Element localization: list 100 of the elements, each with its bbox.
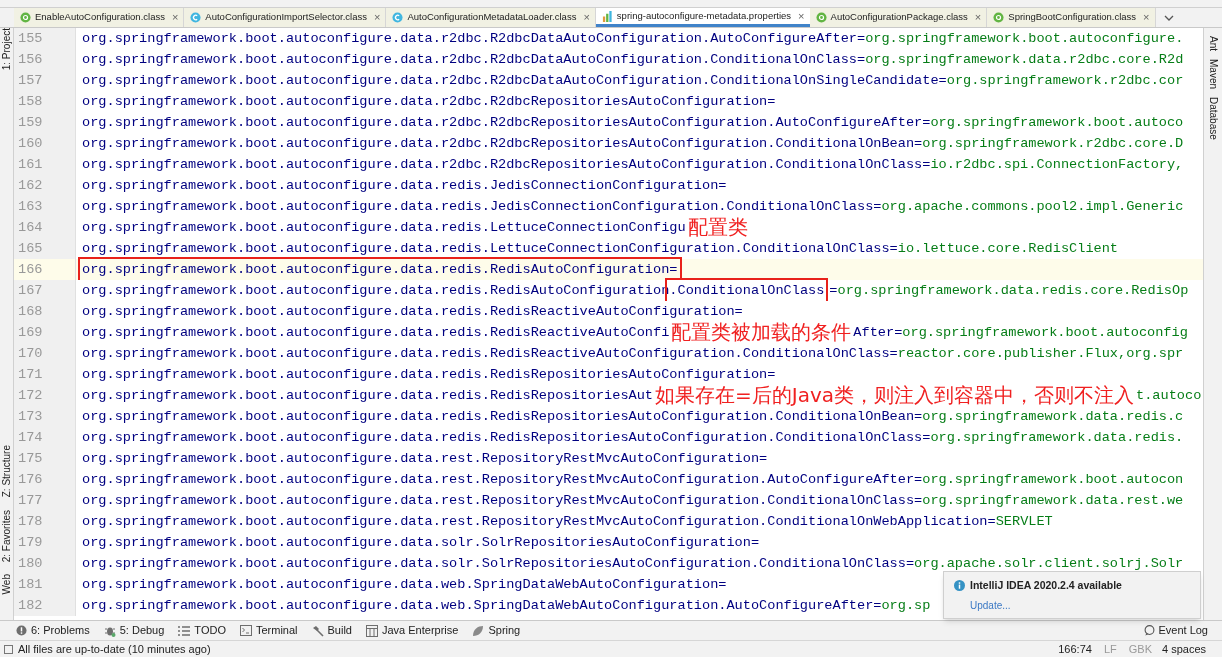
class-file-icon	[190, 12, 202, 23]
speech-bubble-icon	[1144, 625, 1156, 636]
editor-tab[interactable]: EnableAutoConfiguration.class ×	[14, 8, 185, 27]
property-key: org.springframework.boot.autoconfigure.data.redis.LettuceConnectionConfiguration.ConditionalOnClass=	[82, 238, 898, 259]
editor-tab[interactable]: AutoConfigurationImportSelector.class ×	[184, 8, 387, 27]
tool-window-tab[interactable]: Database	[1205, 97, 1221, 140]
close-icon[interactable]: ×	[171, 12, 179, 23]
info-icon	[16, 625, 27, 636]
property-key: org.springframework.boot.autoconfigure.data.redis.RedisRepositoriesAutoConfiguration.ConditionalOnClass=	[82, 427, 931, 448]
tool-window-tab[interactable]: Ant	[1205, 36, 1221, 51]
annotation-file-icon	[20, 12, 31, 23]
editor-tab[interactable]: SpringBootConfiguration.class ×	[987, 8, 1156, 27]
line-number: 163	[14, 196, 76, 217]
tool-window-tab[interactable]: Web	[0, 573, 14, 595]
property-key: org.springframework.boot.autoconfigure.data.r2dbc.R2dbcDataAutoConfiguration.ConditionalOnClass=	[82, 49, 866, 70]
tool-window-button[interactable]: Spring	[472, 622, 521, 639]
cursor-position[interactable]: 166:74	[1058, 640, 1092, 657]
annotation-file-icon	[993, 12, 1005, 23]
chevron-down-icon[interactable]	[1163, 14, 1174, 21]
property-key: org.springframework.boot.autoconfigure.data.solr.SolrRepositoriesAutoConfiguration=	[82, 532, 760, 553]
property-key: org.springframework.boot.autoconfigure.data.redis.RedisAutoConfiguration=	[82, 259, 678, 280]
property-value: org.springframework.data.redis.	[930, 429, 1184, 447]
property-value: reactor.core.publisher.Flux,org.spr	[897, 345, 1184, 363]
tool-window-button[interactable]: Java Enterprise	[366, 622, 459, 639]
editor-tab[interactable]: AutoConfigurationMetadataLoader.class ×	[386, 8, 596, 27]
line-number: 164	[14, 217, 76, 238]
line-number: 156	[14, 49, 76, 70]
annotation-note: 如果存在=后的Java类，则注入到容器中，否则不注入	[654, 385, 1136, 406]
property-key: org.springframework.boot.autoconfigure.data.r2dbc.R2dbcRepositoriesAutoConfiguration.ConditionalOnBean=	[82, 133, 923, 154]
property-key: org.springframework.boot.autoconfigure.data.rest.RepositoryRestMvcAutoConfiguration=	[82, 448, 768, 469]
property-key: org.springframework.boot.autoconfigure.data.redis.RedisRepositoriesAutoConfiguration.ConditionalOnBean=	[82, 406, 923, 427]
leaf-icon	[472, 624, 485, 637]
event-log-button[interactable]: Event Log	[1144, 622, 1208, 639]
update-link[interactable]: Update...	[970, 597, 1011, 613]
tool-window-button[interactable]: TODO	[178, 622, 226, 639]
line-number: 182	[14, 595, 76, 616]
hammer-icon	[311, 624, 324, 637]
property-value: org.springframework.data.r2dbc.core.R2d	[865, 51, 1184, 69]
property-value: org.springframework.r2dbc.core.D	[922, 135, 1184, 153]
grid-icon	[366, 624, 378, 637]
line-number: 174	[14, 427, 76, 448]
checkbox-icon[interactable]	[4, 644, 13, 654]
property-key: org.springframework.boot.autoconfigure.data.r2dbc.R2dbcRepositoriesAutoConfiguration.AutoConfigureAfter=	[82, 112, 931, 133]
line-number: 177	[14, 490, 76, 511]
line-number: 165	[14, 238, 76, 259]
property-value: org.springframework.boot.autoco	[930, 114, 1184, 132]
line-number: 181	[14, 574, 76, 595]
property-value: org.apache.commons.pool2.impl.Generic	[881, 198, 1184, 216]
close-icon[interactable]: ×	[583, 12, 590, 23]
tool-window-tab[interactable]: 2: Favorites	[0, 509, 14, 562]
tool-window-tab[interactable]: 1: Project	[0, 28, 14, 71]
close-icon[interactable]: ×	[373, 12, 381, 23]
property-key: org.springframework.boot.autoconfigure.data.redis.RedisReactiveAutoConfi	[82, 322, 670, 343]
line-number: 161	[14, 154, 76, 175]
property-value: org.springframework.data.redis.core.RedisOp	[837, 282, 1189, 300]
line-number: 172	[14, 385, 76, 406]
editor-tab[interactable]: AutoConfigurationPackage.class ×	[809, 8, 988, 27]
line-number: 169	[14, 322, 76, 343]
property-value: org.springframework.boot.autocon	[922, 471, 1184, 489]
property-key: org.springframework.boot.autoconfigure.data.r2dbc.R2dbcDataAutoConfiguration.ConditionalOnSingleCandidate=	[82, 70, 947, 91]
property-key: org.springframework.boot.autoconfigure.data.redis.RedisReactiveAutoConfiguration.ConditionalOnClass=	[82, 343, 898, 364]
tool-window-tab[interactable]: Maven	[1205, 59, 1221, 90]
status-message: All files are up-to-date (10 minutes ago)	[18, 641, 211, 657]
annotation-note: 配置类被加载的条件	[670, 322, 853, 343]
close-icon[interactable]: ×	[798, 10, 805, 22]
terminal-icon	[239, 625, 252, 636]
indent-setting[interactable]: 4 spaces	[1161, 640, 1206, 657]
editor-tab[interactable]: spring-autoconfigure-metadata.properties ×	[595, 8, 810, 27]
close-icon[interactable]: ×	[1143, 12, 1150, 23]
property-key: org.springframework.boot.autoconfigure.data.web.SpringDataWebAutoConfiguration.AutoConfigureAfter=	[82, 595, 882, 616]
property-key: org.springframework.boot.autoconfigure.data.redis.RedisRepositoriesAutoConfiguration=	[82, 364, 776, 385]
property-value: io.lettuce.core.RedisClient	[897, 240, 1119, 258]
tool-window-button[interactable]: Build	[311, 622, 352, 639]
property-value: org.springframework.data.redis.c	[922, 408, 1184, 426]
property-value: org.springframework.data.rest.we	[922, 492, 1184, 510]
property-value: org.springframework.r2dbc.cor	[946, 72, 1184, 90]
property-key: org.springframework.boot.autoconfigure.data.redis.RedisRepositoriesAut	[82, 385, 654, 406]
list-icon	[178, 625, 191, 636]
notification-title: IntelliJ IDEA 2020.2.4 available	[970, 578, 1122, 593]
line-number: 179	[14, 532, 76, 553]
line-number: 157	[14, 70, 76, 91]
line-number: 173	[14, 406, 76, 427]
tool-window-button[interactable]: 5: Debug	[103, 622, 165, 639]
line-number: 178	[14, 511, 76, 532]
close-icon[interactable]: ×	[974, 12, 982, 23]
property-key: org.springframework.boot.autoconfigure.data.r2dbc.R2dbcRepositoriesAutoConfiguration.ConditionalOnClass=	[82, 154, 931, 175]
property-key: org.springframework.boot.autoconfigure.data.redis.JedisConnectionConfiguration.ConditionalOnClass=	[82, 196, 882, 217]
line-number: 176	[14, 469, 76, 490]
line-number: 167	[14, 280, 76, 301]
tool-window-button[interactable]: 6: Problems	[16, 622, 90, 639]
tool-window-tab[interactable]: Z: Structure	[0, 445, 14, 498]
tool-window-button[interactable]: Terminal	[239, 622, 298, 639]
property-value: io.r2dbc.spi.ConnectionFactory,	[930, 156, 1184, 174]
property-key: org.springframework.boot.autoconfigure.data.redis.LettuceConnectionConfigu	[82, 217, 686, 238]
property-value: org.sp	[881, 597, 931, 615]
property-key: org.springframework.boot.autoconfigure.data.solr.SolrRepositoriesAutoConfiguration.ConditionalOnClass=	[82, 553, 915, 574]
property-key: org.springframework.boot.autoconfigure.data.web.SpringDataWebAutoConfiguration=	[82, 574, 727, 595]
line-number: 159	[14, 112, 76, 133]
line-number: 162	[14, 175, 76, 196]
property-value: org.springframework.boot.autoconfig	[902, 324, 1188, 342]
